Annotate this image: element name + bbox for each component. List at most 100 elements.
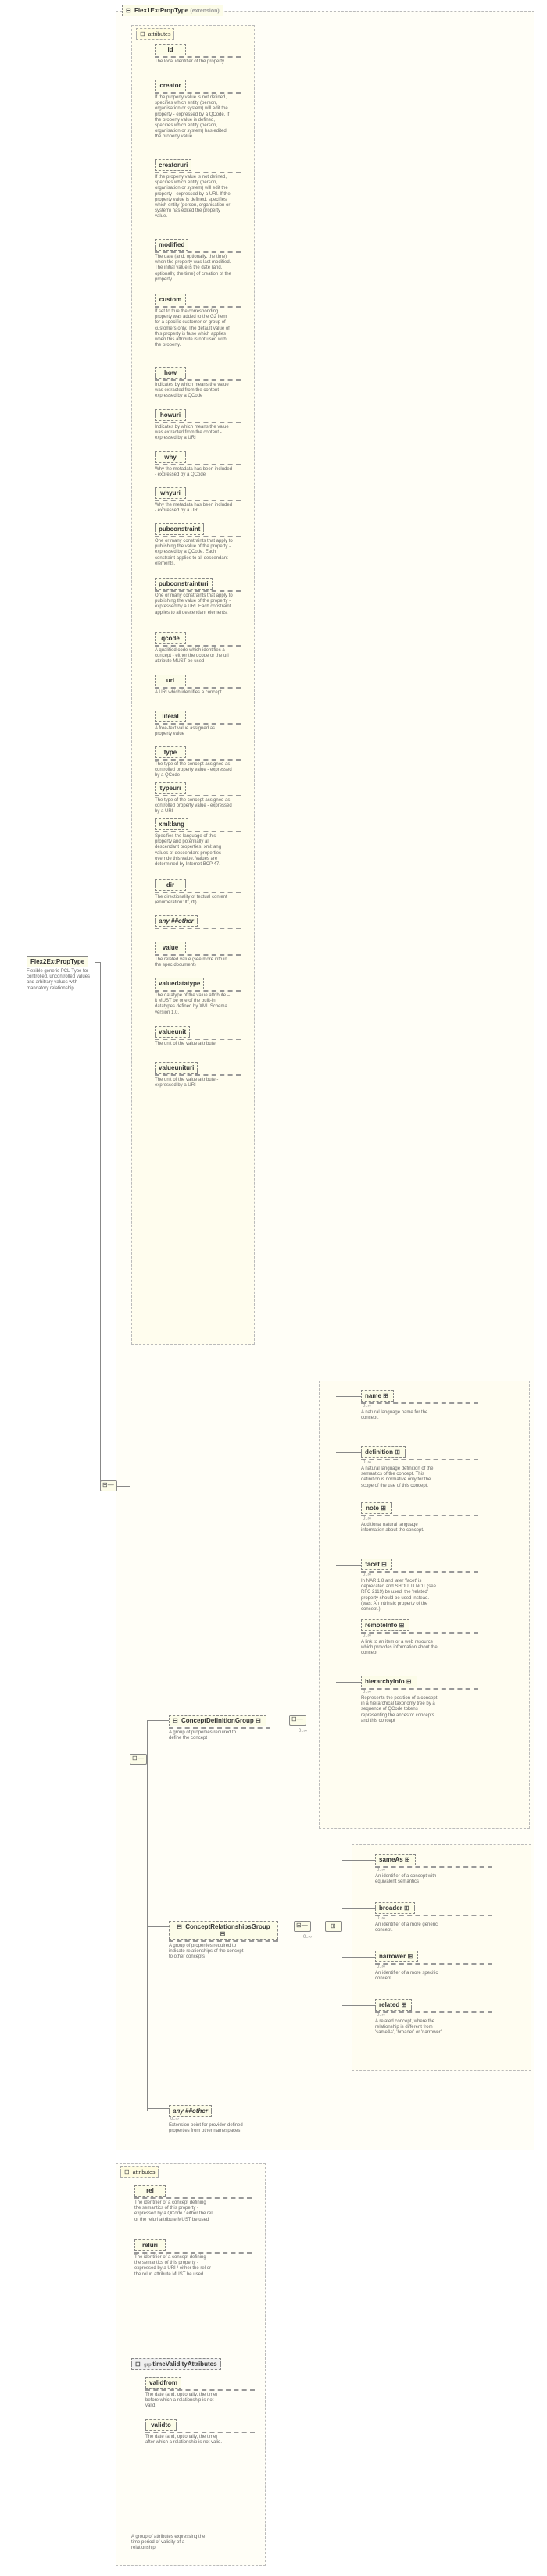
- child-hierarchyInfo: hierarchyInfo ⊞: [361, 1676, 417, 1687]
- attr-how: how: [155, 367, 186, 379]
- attr-label: value: [163, 944, 178, 951]
- jagged-edge: [155, 990, 241, 992]
- jagged-edge: [155, 759, 241, 761]
- label: Flex2ExtPropType: [30, 958, 84, 965]
- expand-icon[interactable]: ⊞: [406, 1678, 412, 1685]
- child-remoteInfo: remoteInfo ⊞: [361, 1619, 409, 1631]
- attr-label: dir: [166, 882, 174, 889]
- crg-name: ConceptRelationshipsGroup: [185, 1923, 270, 1930]
- child-desc: In NAR 1.8 and later 'facet' is deprecat…: [361, 1579, 439, 1612]
- collapse-icon[interactable]: ⊟: [135, 2360, 141, 2368]
- child-label: definition: [365, 1448, 393, 1455]
- child-label: note: [366, 1505, 379, 1512]
- attr-label: literal: [162, 713, 178, 720]
- occurs: 0..∞: [377, 1965, 492, 1969]
- attr-desc: Indicates by which means the value was e…: [155, 383, 233, 400]
- attr2-rel: rel: [134, 2185, 166, 2197]
- concept-definition-group: ⊟ ConceptDefinitionGroup ⊟: [169, 1715, 266, 1726]
- jagged-edge: [155, 536, 241, 537]
- child-label: name: [365, 1392, 381, 1399]
- attr-desc: A URI which identifies a concept: [155, 690, 233, 696]
- attr2-desc: The identifier of a concept defining the…: [134, 2200, 213, 2223]
- collapse-icon[interactable]: ⊟: [124, 2168, 130, 2175]
- cdg-name: ConceptDefinitionGroup: [181, 1717, 254, 1724]
- child-label: sameAs: [379, 1856, 403, 1863]
- attr-label: how: [164, 369, 177, 376]
- child-desc: An identifier of a concept with equivale…: [375, 1874, 453, 1885]
- occurs: 0..∞: [363, 1690, 478, 1694]
- attr-pubconstraint: pubconstraint: [155, 523, 204, 535]
- attr-desc: If set to true the corresponding propert…: [155, 309, 233, 348]
- root-type: Flex2ExtPropType: [27, 956, 88, 967]
- attr-desc: One or many constraints that apply to pu…: [155, 539, 233, 567]
- sequence-icon: [130, 1754, 147, 1765]
- expand-icon[interactable]: ⊞: [383, 1392, 388, 1399]
- collapse-icon[interactable]: ⊟: [177, 1923, 182, 1930]
- attr-label: typeuri: [160, 785, 181, 792]
- expand-icon[interactable]: ⊞: [405, 1856, 410, 1863]
- expand-icon[interactable]: ⊞: [381, 1561, 387, 1568]
- collapse-icon[interactable]: ⊟: [126, 7, 131, 14]
- attr-desc: If the property value is not defined, sp…: [155, 175, 233, 220]
- attr-pubconstrainturi: pubconstrainturi: [155, 578, 213, 590]
- occurs: 0..∞: [377, 1916, 492, 1921]
- jagged-edge: [134, 2252, 252, 2254]
- occurs: 0..∞: [377, 2013, 492, 2018]
- expand-icon[interactable]: ⊞: [404, 1904, 409, 1912]
- other-label: ##other: [185, 2107, 208, 2115]
- occurs: 0..∞: [303, 1935, 312, 1940]
- attr-label: whyuri: [160, 490, 181, 497]
- attr-valuedatatype: valuedatatype: [155, 978, 204, 989]
- child-narrower: narrower ⊞: [375, 1951, 418, 1962]
- attr-uri: uri: [155, 675, 186, 686]
- expand-icon[interactable]: ⊞: [395, 1448, 400, 1455]
- sequence-icon: [294, 1921, 311, 1932]
- attr-desc: The related value (see more info in the …: [155, 957, 233, 968]
- jagged-edge: [155, 92, 241, 94]
- collapse-icon[interactable]: ⊟: [173, 1717, 178, 1724]
- attr-literal: literal: [155, 711, 186, 722]
- attr-why: why: [155, 451, 186, 463]
- child-broader: broader ⊞: [375, 1902, 415, 1914]
- jagged-edge: [155, 422, 241, 423]
- attr-typeuri: typeuri: [155, 782, 186, 794]
- jagged-edge: [155, 590, 241, 592]
- expand-icon[interactable]: ⊟: [256, 1717, 261, 1724]
- attr-whyuri: whyuri: [155, 487, 186, 499]
- jagged-edge: [155, 464, 241, 465]
- jagged-edge: [145, 2389, 255, 2391]
- grp-prefix: grp: [144, 2363, 152, 2368]
- expand-icon[interactable]: ⊞: [381, 1505, 386, 1512]
- attr-label: pubconstraint: [159, 526, 200, 533]
- attr-label: ##other: [171, 917, 194, 925]
- attr-desc: The type of the concept assigned as cont…: [155, 798, 233, 815]
- jagged-edge: [155, 928, 241, 929]
- attributes2-header: ⊟ attributes: [120, 2166, 159, 2178]
- attr-label: creator: [159, 82, 181, 89]
- attr-desc: Why the metadata has been included - exp…: [155, 467, 233, 478]
- attr-label: qcode: [161, 635, 180, 642]
- child-desc: A link to an item or a web resource whic…: [361, 1640, 439, 1657]
- expand-icon[interactable]: ⊞: [407, 1953, 413, 1960]
- tva-label: validfrom: [149, 2379, 177, 2386]
- expand-icon[interactable]: ⊟: [220, 1930, 226, 1937]
- attr-desc: The datatype of the value attribute – it…: [155, 993, 233, 1016]
- attr-desc: One or many constraints that apply to pu…: [155, 593, 233, 616]
- expand-icon[interactable]: ⊞: [401, 2001, 406, 2008]
- base-extension: ⊟ Flex1ExtPropType (extension): [122, 5, 223, 16]
- attr-desc: The type of the concept assigned as cont…: [155, 762, 233, 779]
- attr-value: value: [155, 942, 186, 953]
- jagged-edge: [155, 500, 241, 501]
- attr-desc: If the property value is not defined, sp…: [155, 95, 233, 141]
- attr-label: type: [164, 749, 177, 756]
- child-definition: definition ⊞: [361, 1446, 406, 1458]
- choice-icon: [325, 1921, 342, 1932]
- attr-label: id: [167, 46, 173, 53]
- attributes-header: ⊟ attributes: [136, 28, 174, 40]
- expand-icon[interactable]: ⊞: [399, 1622, 405, 1629]
- attr-desc: Indicates by which means the value was e…: [155, 425, 233, 442]
- occurs: 0..∞: [363, 1516, 478, 1521]
- attr-desc: A free-text value assigned as property v…: [155, 726, 233, 737]
- collapse-icon[interactable]: ⊟: [140, 30, 145, 37]
- jagged-edge: [155, 645, 241, 647]
